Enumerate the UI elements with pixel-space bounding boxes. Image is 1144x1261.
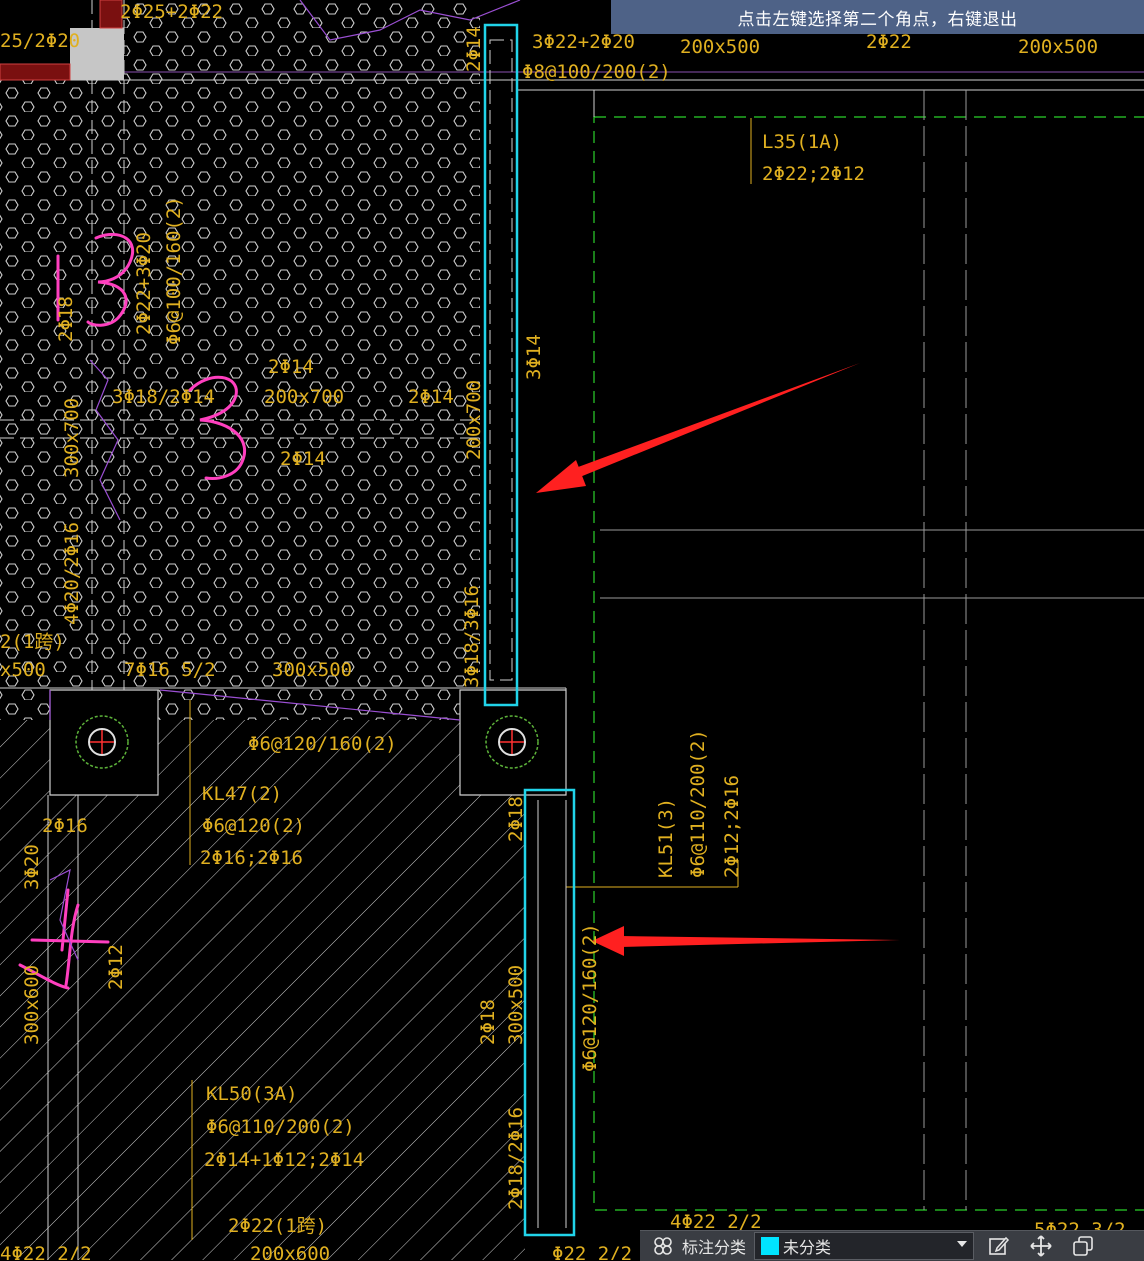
- rebar-label: Φ22 2/2: [552, 1243, 632, 1260]
- rebar-label: 2Φ18: [505, 796, 527, 842]
- stirrup-label: Φ6@120/160(2): [579, 923, 601, 1072]
- red-hatch-block-top: [99, 0, 123, 29]
- section-label: 300x500: [272, 659, 352, 681]
- rebar-label: 3Φ18/2Φ14: [112, 386, 215, 408]
- rebar-label: 7Φ16 5/2: [124, 659, 216, 681]
- rebar-label: 2Φ14: [463, 26, 485, 72]
- layers-icon[interactable]: [650, 1233, 676, 1259]
- annotation-category-label: 标注分类: [682, 1238, 747, 1257]
- section-label: 200x700: [264, 386, 344, 408]
- section-label: 200x600: [250, 1243, 330, 1260]
- cad-canvas[interactable]: 2Φ25+2Φ22 25/2Φ20 3Φ22+2Φ20 Φ8@100/200(2…: [0, 0, 1144, 1260]
- command-hint-bar: 点击左键选择第二个角点，右键退出: [611, 0, 1144, 34]
- section-label: 200x700: [463, 380, 485, 460]
- stirrup-label: Φ6@120/160(2): [248, 733, 397, 755]
- slab-outline-dashed: [593, 116, 1144, 1211]
- rebar-label: 3Φ14: [523, 334, 545, 380]
- rebar-label: 2Φ14: [268, 356, 314, 378]
- command-hint-text: 点击左键选择第二个角点，右键退出: [737, 9, 1018, 30]
- stirrup-label: Φ8@100/200(2): [522, 61, 671, 83]
- rebar-label: 2Φ18: [477, 999, 499, 1045]
- rebar-label: 3Φ20: [21, 844, 43, 890]
- rebar-label: 4Φ22 2/2: [0, 1243, 92, 1260]
- highlighted-beam-lower[interactable]: [523, 788, 576, 1237]
- section-label: 300x700: [61, 398, 83, 478]
- rebar-label: 2Φ22: [866, 31, 912, 53]
- category-select-value: 未分类: [783, 1238, 832, 1257]
- stirrup-label: Φ6@100/160(2): [163, 196, 185, 345]
- rebar-label: 4Φ20/2Φ16: [61, 522, 83, 625]
- beam-name-label: L35(1A): [762, 131, 842, 153]
- stirrup-label: Φ6@110/200(2): [206, 1116, 355, 1138]
- rebar-label: 2Φ25+2Φ22: [120, 1, 223, 23]
- section-label: 200x500: [1018, 36, 1098, 58]
- rebar-label: 3Φ22+2Φ20: [532, 31, 635, 53]
- section-label: 200x500: [680, 36, 760, 58]
- category-color-swatch: [761, 1237, 780, 1255]
- rebar-label: 2Φ16;2Φ16: [200, 847, 303, 869]
- rebar-label: 2Φ14: [280, 448, 326, 470]
- rebar-label: 2Φ18/2Φ16: [505, 1107, 527, 1210]
- edit-icon[interactable]: [982, 1233, 1016, 1259]
- stirrup-label: Φ6@110/200(2): [687, 729, 709, 878]
- highlighted-beam-upper-inner: [489, 39, 513, 681]
- rebar-label: 2Φ22(1跨): [228, 1215, 327, 1237]
- section-label: 300x600: [21, 965, 43, 1045]
- rebar-label: 2Φ16: [42, 815, 88, 837]
- red-arrow-upper: [536, 363, 860, 493]
- chevron-down-icon: [957, 1241, 968, 1247]
- move-icon[interactable]: [1024, 1233, 1058, 1259]
- annotation-toolbar: 标注分类 未分类: [640, 1230, 1144, 1261]
- rebar-label: 2Φ12: [105, 944, 127, 990]
- rebar-label: 25/2Φ20: [0, 30, 80, 52]
- rebar-label: 2Φ14+1Φ12;2Φ14: [204, 1149, 364, 1171]
- rebar-label: 2Φ18: [55, 296, 77, 342]
- rebar-label: 2Φ14: [408, 386, 454, 408]
- beam-name-label: KL51(3): [655, 798, 677, 878]
- copy-icon[interactable]: [1066, 1233, 1100, 1259]
- red-arrow-lower: [592, 926, 900, 956]
- rebar-label: 2Φ22;2Φ12: [762, 163, 865, 185]
- section-label: x500: [0, 659, 46, 681]
- beam-name-label: KL50(3A): [206, 1083, 298, 1105]
- rebar-label: 2Φ22+3Φ20: [133, 232, 155, 335]
- section-label: 300x500: [505, 965, 527, 1045]
- red-hatch-block: [0, 63, 71, 81]
- stirrup-label: Φ6@120(2): [202, 815, 305, 837]
- annotation-category-select[interactable]: 未分类: [754, 1232, 975, 1260]
- rebar-label: 2(1跨): [0, 631, 65, 653]
- rebar-label: 2Φ12;2Φ16: [721, 775, 743, 878]
- beam-name-label: KL47(2): [202, 783, 282, 805]
- rebar-label: 3Φ18/3Φ16: [461, 585, 483, 688]
